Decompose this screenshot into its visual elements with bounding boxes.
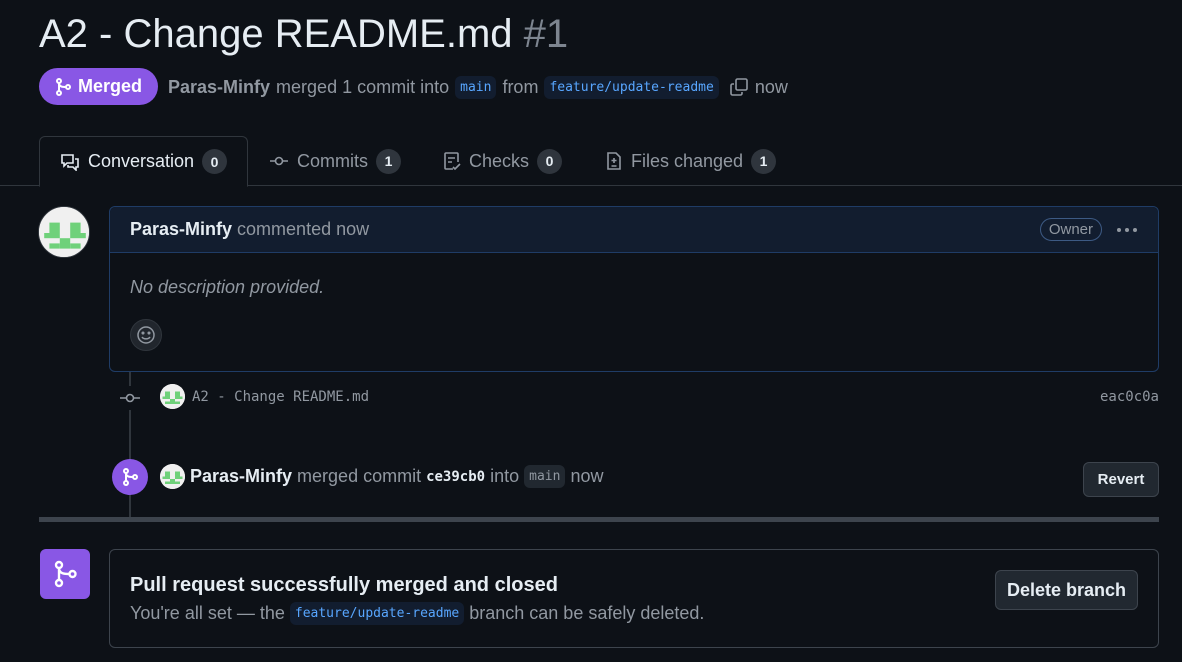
tab-label: Checks [469,150,530,171]
merge-text: merged commit [297,466,422,486]
merge-sub-prefix: You're all set — the [130,603,285,623]
smiley-icon[interactable] [130,319,162,351]
comment-header: Paras-Minfy commented now Owner [110,207,1158,253]
pr-meta: Paras-Minfy merged 1 commit into main fr… [168,74,788,100]
merge-event: Paras-Minfy merged commit ce39cb0 into m… [160,464,603,489]
comment-body: No description provided. [130,277,325,297]
from-text: from [502,76,539,97]
timeline-divider [39,517,1159,522]
merge-sub-suffix: branch can be safely deleted. [469,603,705,623]
merge-author-link[interactable]: Paras-Minfy [190,466,292,487]
merge-base-branch[interactable]: main [524,465,566,488]
revert-button[interactable]: Revert [1083,462,1159,497]
pr-title: A2 - Change README.md #1 [39,12,568,57]
avatar[interactable] [160,464,185,489]
pr-description-comment: Paras-Minfy commented now Owner No descr… [109,206,1159,372]
merge-commit-sha-link[interactable]: ce39cb0 [426,469,485,485]
pr-tabs: Conversation 0 Commits 1 Checks 0 Files … [0,136,1182,187]
commit-message-link[interactable]: A2 - Change README.md [192,389,369,405]
git-merge-icon [55,77,71,96]
pr-number: #1 [523,12,569,56]
state-label: Merged [77,76,142,96]
merge-status-box: Pull request successfully merged and clo… [109,549,1159,648]
tab-label: Files changed [631,150,744,171]
merge-status-subtitle: You're all set — the feature/update-read… [130,602,704,625]
pr-time: now [754,76,788,97]
base-branch-link[interactable]: main [455,75,497,99]
owner-badge: Owner [1039,218,1102,241]
head-branch-link[interactable]: feature/update-readme [544,75,719,99]
merge-status-title: Pull request successfully merged and clo… [130,574,558,596]
deletable-branch-link[interactable]: feature/update-readme [289,602,465,625]
avatar[interactable] [38,206,90,258]
tab-label: Commits [297,150,368,171]
kebab-horizontal-icon[interactable] [1116,227,1138,233]
git-commit-icon [118,386,142,410]
copy-icon[interactable] [729,77,749,97]
tab-counter: 0 [202,149,228,174]
tab-files-changed[interactable]: Files changed 1 [585,136,796,186]
pr-author-link[interactable]: Paras-Minfy [168,77,270,98]
timeline-commit: A2 - Change README.md [160,384,369,409]
tab-counter: 1 [376,148,401,174]
tab-counter: 0 [537,148,563,174]
tab-conversation[interactable]: Conversation 0 [39,136,249,187]
tab-checks[interactable]: Checks 0 [423,136,582,186]
merged-state-badge: Merged [39,68,158,105]
pr-title-text: A2 - Change README.md [39,12,513,56]
file-diff-icon [605,151,623,171]
merged-text: merged 1 commit into [276,76,450,97]
commit-sha-link[interactable]: eac0c0a [1100,389,1159,405]
comment-author-link[interactable]: Paras-Minfy [130,219,232,240]
git-merge-icon [112,459,148,495]
checklist-icon [443,151,461,171]
git-commit-icon [269,154,289,168]
git-merge-icon [40,549,90,599]
delete-branch-button[interactable]: Delete branch [995,570,1138,610]
comment-timestamp[interactable]: commented now [237,219,369,240]
avatar[interactable] [160,384,185,409]
into-text: into [490,466,520,486]
comment-discussion-icon [60,153,80,171]
tab-counter: 1 [751,148,777,174]
merge-time[interactable]: now [570,466,603,487]
tab-label: Conversation [88,151,195,171]
tab-commits[interactable]: Commits 1 [249,136,421,186]
